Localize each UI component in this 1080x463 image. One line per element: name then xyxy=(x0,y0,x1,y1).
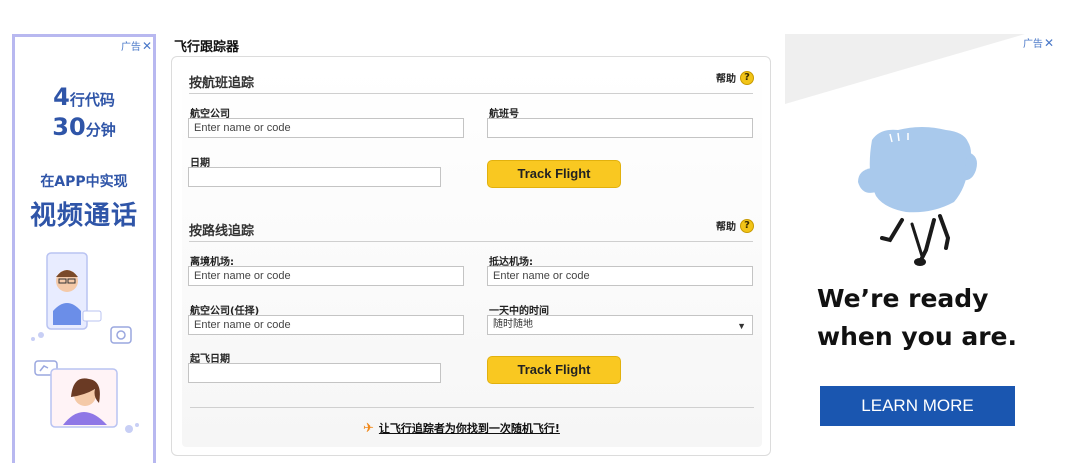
help-label: 帮助 xyxy=(716,222,736,233)
section-title-by-route: 按路线追踪 xyxy=(189,224,255,239)
ad-main-text: 视频通话 xyxy=(29,201,138,231)
ad-label-text: 广告 xyxy=(120,42,141,53)
help-label: 帮助 xyxy=(716,74,736,85)
bottom-divider xyxy=(190,407,754,408)
track-flight-button[interactable]: Track Flight xyxy=(487,160,621,188)
date-input[interactable] xyxy=(188,167,441,187)
airplane-icon: ✈ xyxy=(363,420,374,436)
arrival-airport-input[interactable]: Enter name or code xyxy=(487,266,753,286)
ad-headline: We’re ready when you are. xyxy=(817,280,1017,356)
ad-headline-2-text: 分钟 xyxy=(85,121,116,139)
ad-headline-2-number: 30 xyxy=(52,113,86,141)
learn-more-button[interactable]: LEARN MORE xyxy=(820,386,1015,426)
help-icon[interactable]: ? xyxy=(740,70,754,85)
flight-number-input[interactable] xyxy=(487,118,753,138)
flight-tracker-panel xyxy=(171,56,771,456)
close-icon[interactable]: ✕ xyxy=(142,40,152,52)
dropdown-arrow-icon[interactable]: ▼ xyxy=(737,319,746,333)
ad-subline: 在APP中实现 xyxy=(40,174,128,190)
video-call-illustration xyxy=(31,252,139,433)
seat-illustration xyxy=(858,127,977,266)
section-divider xyxy=(189,93,753,94)
track-route-button[interactable]: Track Flight xyxy=(487,356,621,384)
section-title-by-flight: 按航班追踪 xyxy=(189,76,255,91)
time-of-day-select[interactable]: 随时随地 ▼ xyxy=(487,315,753,335)
ad-headline-line-2: when you are. xyxy=(817,322,1017,351)
optional-airline-input[interactable]: Enter name or code xyxy=(188,315,464,335)
page-title: 飞行跟踪器 xyxy=(174,40,240,55)
departure-airport-input[interactable]: Enter name or code xyxy=(188,266,464,286)
departure-date-input[interactable] xyxy=(188,363,441,383)
help-link-by-flight[interactable]: 帮助 ? xyxy=(716,70,754,85)
help-icon[interactable]: ? xyxy=(740,218,754,233)
ad-label: 广告 ✕ xyxy=(120,38,152,54)
time-of-day-value: 随时随地 xyxy=(493,319,533,330)
ad-headline-1-text: 行代码 xyxy=(69,91,115,109)
random-flight-link[interactable]: ✈ 让飞行追踪者为你找到一次随机飞行! xyxy=(363,420,560,436)
airline-input[interactable]: Enter name or code xyxy=(188,118,464,138)
left-ad-banner[interactable]: 广告 ✕ 4行代码 30分钟 在APP中实现 视频通话 xyxy=(12,34,156,463)
section-divider xyxy=(189,241,753,242)
ad-background-shape xyxy=(785,34,1025,104)
ad-headline-2: 30分钟 xyxy=(15,113,153,141)
ad-label-text: 广告 xyxy=(1022,39,1043,50)
random-flight-link-text[interactable]: 让飞行追踪者为你找到一次随机飞行! xyxy=(379,420,560,436)
help-link-by-route[interactable]: 帮助 ? xyxy=(716,218,754,233)
ad-headline-line-1: We’re ready xyxy=(817,284,989,313)
ad-label: 广告 ✕ xyxy=(1022,35,1054,51)
close-icon[interactable]: ✕ xyxy=(1044,36,1054,50)
ad-headline-1-number: 4 xyxy=(53,83,70,111)
ad-headline-1: 4行代码 xyxy=(15,83,153,111)
